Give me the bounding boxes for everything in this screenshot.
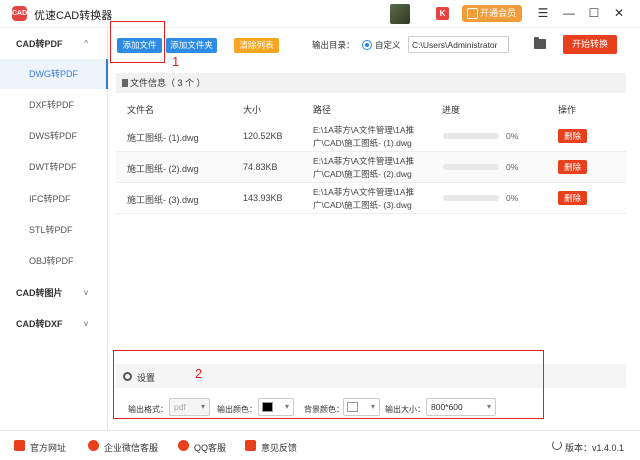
file-path-line: E:\1A菲方\A文件管理\1A推: [313, 187, 415, 197]
brand-k-icon[interactable]: K: [436, 7, 449, 20]
output-path-input[interactable]: [408, 36, 509, 53]
progress-bar: [443, 164, 499, 170]
file-size: 120.52KB: [243, 131, 283, 141]
avatar[interactable]: [390, 4, 410, 24]
output-dir-label: 输出目录：: [312, 40, 355, 50]
chevron-up-icon: ^: [84, 39, 88, 48]
add-folder-button[interactable]: 添加文件夹: [166, 38, 217, 53]
table-row: 施工图纸- (3).dwg 143.93KB E:\1A菲方\A文件管理\1A推…: [116, 183, 626, 214]
sidebar-group-label: CAD转DXF: [16, 319, 63, 329]
vip-button[interactable]: 开通会员: [462, 5, 522, 22]
vip-label: 开通会员: [479, 8, 516, 18]
file-path: E:\1A菲方\A文件管理\1A推 广\CAD\施工图纸- (2).dwg: [313, 155, 429, 181]
file-info-title: 文件信息（ 3 个 ）: [130, 78, 206, 88]
wechat-icon: [88, 440, 99, 451]
start-convert-button[interactable]: 开始转换: [563, 35, 617, 54]
file-path-line: 广\CAD\施工图纸- (1).dwg: [313, 138, 412, 148]
app-logo: CAD: [12, 6, 27, 21]
sidebar: CAD转PDF ^ DWG转PDF DXF转PDF DWS转PDF DWT转PD…: [0, 29, 108, 429]
feedback-link[interactable]: 意见反馈: [261, 441, 297, 454]
chevron-down-icon: v: [84, 288, 88, 297]
website-link[interactable]: 官方网址: [30, 441, 66, 454]
file-path: E:\1A菲方\A文件管理\1A推 广\CAD\施工图纸- (3).dwg: [313, 186, 429, 212]
progress-percent: 0%: [506, 131, 519, 141]
website-icon: [14, 440, 25, 451]
sidebar-group-cad-to-dxf[interactable]: CAD转DXF v: [0, 309, 108, 339]
document-icon: [122, 79, 128, 87]
chevron-down-icon: v: [84, 319, 88, 328]
delete-button[interactable]: 删除: [558, 191, 587, 205]
qq-icon: [178, 440, 189, 451]
vip-icon: [467, 8, 478, 19]
column-header-progress: 进度: [442, 105, 461, 115]
custom-radio-label: 自定义: [375, 40, 401, 50]
progress-bar: [443, 133, 499, 139]
sidebar-group-cad-to-pdf[interactable]: CAD转PDF ^: [0, 29, 108, 59]
annotation-box-1: [110, 21, 165, 63]
sidebar-item-ifc-to-pdf[interactable]: IFC转PDF: [0, 184, 108, 214]
footer: 官方网址 企业微信客服 QQ客服 意见反馈 版本：v1.4.0.1: [0, 430, 640, 460]
qq-service-link[interactable]: QQ客服: [194, 441, 226, 454]
clear-list-button[interactable]: 清除列表: [234, 38, 279, 53]
progress-bar: [443, 195, 499, 201]
version-label: 版本：v1.4.0.1: [565, 443, 625, 453]
refresh-icon[interactable]: [552, 440, 562, 450]
table-row: 施工图纸- (1).dwg 120.52KB E:\1A菲方\A文件管理\1A推…: [116, 121, 626, 152]
table-row: 施工图纸- (2).dwg 74.83KB E:\1A菲方\A文件管理\1A推 …: [116, 152, 626, 183]
menu-icon[interactable]: ☰: [536, 6, 550, 20]
minimize-icon[interactable]: —: [562, 6, 576, 20]
file-name: 施工图纸- (1).dwg: [127, 133, 199, 143]
column-header-name: 文件名: [127, 105, 155, 115]
file-path: E:\1A菲方\A文件管理\1A推 广\CAD\施工图纸- (1).dwg: [313, 124, 429, 150]
annotation-box-2: [113, 350, 544, 419]
file-name: 施工图纸- (3).dwg: [127, 195, 199, 205]
file-name: 施工图纸- (2).dwg: [127, 164, 199, 174]
column-header-size: 大小: [243, 105, 262, 115]
file-size: 74.83KB: [243, 162, 278, 172]
file-path-line: 广\CAD\施工图纸- (3).dwg: [313, 200, 412, 210]
sidebar-item-dws-to-pdf[interactable]: DWS转PDF: [0, 121, 108, 151]
column-header-action: 操作: [558, 105, 577, 115]
maximize-icon[interactable]: ☐: [587, 6, 601, 20]
folder-icon[interactable]: [534, 37, 546, 49]
delete-button[interactable]: 删除: [558, 129, 587, 143]
wechat-service-link[interactable]: 企业微信客服: [104, 441, 158, 454]
sidebar-group-label: CAD转图片: [16, 288, 63, 298]
progress-percent: 0%: [506, 193, 519, 203]
feedback-icon: [245, 440, 256, 451]
file-path-line: E:\1A菲方\A文件管理\1A推: [313, 156, 415, 166]
sidebar-item-dwg-to-pdf[interactable]: DWG转PDF: [0, 59, 108, 89]
file-info-header: 文件信息（ 3 个 ）: [116, 73, 626, 93]
progress-percent: 0%: [506, 162, 519, 172]
file-path-line: 广\CAD\施工图纸- (2).dwg: [313, 169, 412, 179]
annotation-number-2: 2: [195, 366, 203, 381]
column-header-path: 路径: [313, 105, 332, 115]
title-bar: CAD 优速CAD转换器 K 开通会员 ☰ — ☐ ✕: [0, 0, 640, 28]
custom-radio[interactable]: [362, 40, 372, 50]
sidebar-item-dwt-to-pdf[interactable]: DWT转PDF: [0, 152, 108, 182]
file-path-line: E:\1A菲方\A文件管理\1A推: [313, 125, 415, 135]
sidebar-group-cad-to-image[interactable]: CAD转图片 v: [0, 278, 108, 308]
close-icon[interactable]: ✕: [612, 6, 626, 20]
sidebar-group-label: CAD转PDF: [16, 39, 63, 49]
file-size: 143.93KB: [243, 193, 283, 203]
sidebar-item-dxf-to-pdf[interactable]: DXF转PDF: [0, 90, 108, 120]
sidebar-item-obj-to-pdf[interactable]: OBJ转PDF: [0, 246, 108, 276]
annotation-number-1: 1: [172, 54, 180, 69]
delete-button[interactable]: 删除: [558, 160, 587, 174]
app-title: 优速CAD转换器: [34, 10, 113, 22]
sidebar-item-stl-to-pdf[interactable]: STL转PDF: [0, 215, 108, 245]
